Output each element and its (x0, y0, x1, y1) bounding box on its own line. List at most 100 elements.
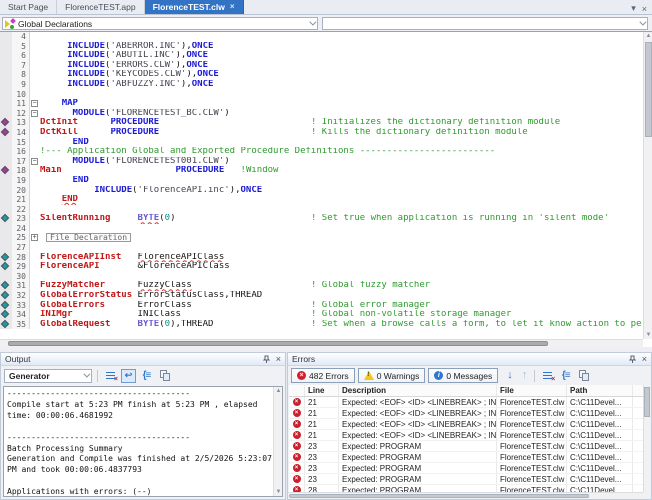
column-header-description[interactable]: Description (339, 385, 497, 396)
messages-filter-button[interactable]: i 0 Messages (428, 368, 499, 383)
fold-expand-icon[interactable]: + (31, 234, 38, 242)
code-line[interactable]: 7 INCLUDE('ERRORS.CLW'),ONCE (0, 60, 643, 71)
fold-collapse-icon[interactable]: − (31, 100, 38, 108)
code-line[interactable]: 4 (0, 32, 643, 42)
code-line[interactable]: 21 END (0, 195, 643, 205)
code-line[interactable]: 16 !--- Application Global and Exported P… (0, 147, 643, 157)
code-line[interactable]: 23 SilentRunning BYTE(0) ! Set true when … (0, 214, 643, 224)
code-line[interactable]: 24 (0, 223, 643, 234)
column-header-path[interactable]: Path (567, 385, 633, 396)
copy-icon[interactable] (576, 369, 591, 383)
column-header-line[interactable]: Line (305, 385, 339, 396)
code-line[interactable]: 22 (0, 204, 643, 215)
code-line[interactable]: 10 (0, 89, 643, 100)
error-row[interactable]: × 21 Expected: <EOF> <ID> <LINEBREAK> ; IN… (289, 397, 643, 408)
fold-collapse-icon[interactable]: − (31, 157, 38, 165)
errors-vertical-scrollbar[interactable] (643, 385, 651, 492)
errors-horizontal-scrollbar[interactable] (288, 492, 643, 499)
scroll-down-icon[interactable]: ▼ (644, 332, 652, 338)
code-line[interactable]: 5 INCLUDE('ABERROR.INC'),ONCE (0, 41, 643, 52)
tab-florencetest-app[interactable]: FlorenceTEST.app (57, 0, 145, 14)
error-row[interactable]: × 23 Expected: PROGRAM FlorenceTEST.clw C:\C… (289, 463, 643, 474)
errors-filter-button[interactable]: × 482 Errors (291, 368, 355, 383)
bookmark-icon[interactable] (0, 118, 10, 127)
breakpoint-icon[interactable] (0, 319, 10, 329)
code-line[interactable]: 32 GlobalErrorStatus ErrorStatusClass,THR… (0, 290, 643, 301)
code-line[interactable]: 17− MODULE('FLORENCETEST001.CLW') (0, 156, 643, 167)
pin-icon[interactable] (628, 355, 637, 363)
code-line[interactable]: 27 (0, 243, 643, 253)
breakpoint-icon[interactable] (0, 252, 10, 261)
editor-horizontal-scrollbar[interactable] (0, 339, 643, 347)
breakpoint-icon[interactable] (0, 214, 10, 223)
line-number: 24 (12, 223, 30, 234)
code-line[interactable]: 33 GlobalErrors ErrorClass ! Global error… (0, 300, 643, 311)
bookmark-icon[interactable] (0, 166, 10, 175)
indent-icon[interactable]: {≡ (558, 369, 573, 383)
output-source-select[interactable]: Generator (4, 368, 92, 383)
breakpoint-icon[interactable] (0, 290, 10, 300)
breakpoint-icon[interactable] (0, 309, 10, 319)
output-vertical-scrollbar[interactable]: ▲ ▼ (273, 387, 282, 496)
bookmark-icon[interactable] (0, 127, 10, 137)
error-row[interactable]: × 21 Expected: <EOF> <ID> <LINEBREAK> ; IN… (289, 419, 643, 430)
code-editor[interactable]: 45 INCLUDE('ABERROR.INC'),ONCE 6 INCLUDE(… (0, 31, 652, 347)
scroll-down-icon[interactable]: ▼ (274, 489, 282, 495)
tab-start-page[interactable]: Start Page (0, 0, 58, 14)
next-error-icon[interactable]: ↓ (507, 370, 513, 381)
tab-florencetest-clw[interactable]: FlorenceTEST.clw × (144, 0, 244, 14)
error-row[interactable]: × 21 Expected: <EOF> <ID> <LINEBREAK> ; IN… (289, 430, 643, 441)
error-row[interactable]: × 21 Expected: <EOF> <ID> <LINEBREAK> ; IN… (289, 408, 643, 419)
column-header-file[interactable]: File (497, 385, 567, 396)
code-line[interactable]: 9 INCLUDE('ABFUZZY.INC'),ONCE (0, 79, 643, 90)
error-row[interactable]: × 23 Expected: PROGRAM FlorenceTEST.clw C:\C… (289, 452, 643, 463)
column-header-icon[interactable] (289, 385, 305, 396)
breakpoint-icon[interactable] (0, 281, 10, 290)
output-log[interactable]: -------------------------------------- C… (3, 386, 283, 497)
close-icon[interactable]: × (642, 354, 647, 364)
code-line[interactable]: 20 INCLUDE('FlorenceAPI.inc'),ONCE (0, 185, 643, 196)
breakpoint-icon[interactable] (0, 300, 10, 309)
indent-icon[interactable]: {≡ (139, 369, 154, 383)
member-selector[interactable] (322, 17, 648, 30)
error-icon: × (292, 431, 301, 439)
code-line[interactable]: 11− MAP (0, 99, 643, 109)
code-line[interactable]: 8 INCLUDE('KEYCODES.CLW'),ONCE (0, 70, 643, 80)
code-line[interactable]: 29 FlorenceAPI &FlorenceAPIClass (0, 262, 643, 272)
warnings-filter-button[interactable]: 0 Warnings (357, 368, 426, 383)
clear-errors-icon[interactable]: × (540, 369, 555, 383)
code-line[interactable]: 15 END (0, 137, 643, 148)
code-line[interactable]: 35 GlobalRequest BYTE(0),THREAD ! Set whe… (0, 319, 643, 330)
code-line[interactable]: 14 DctKill PROCEDURE ! Kills the dictiona… (0, 127, 643, 138)
line-number: 21 (12, 195, 30, 205)
pin-icon[interactable] (262, 355, 271, 363)
error-row[interactable]: × 23 Expected: PROGRAM FlorenceTEST.clw C:\C… (289, 474, 643, 485)
previous-error-icon[interactable]: ↑ (522, 370, 528, 381)
fold-collapse-icon[interactable]: − (31, 109, 38, 117)
scope-selector[interactable]: Global Declarations (2, 17, 318, 30)
code-line[interactable]: 19 END (0, 175, 643, 186)
code-line[interactable]: 30 (0, 271, 643, 282)
close-icon[interactable]: × (276, 354, 281, 364)
copy-icon[interactable] (157, 369, 172, 383)
scroll-up-icon[interactable]: ▲ (644, 33, 652, 39)
line-number: 17 (12, 156, 30, 167)
editor-vertical-scrollbar[interactable]: ▲ ▼ (643, 32, 652, 339)
code-line[interactable]: 12− MODULE('FLORENCETEST_BC.CLW') (0, 108, 643, 119)
code-line[interactable]: 31 FuzzyMatcher FuzzyClass ! Global fuzzy… (0, 281, 643, 292)
tab-list-dropdown-icon[interactable]: ▾ (631, 3, 636, 14)
code-line[interactable]: 6 INCLUDE('ABUTIL.INC'),ONCE (0, 51, 643, 61)
scroll-up-icon[interactable]: ▲ (274, 388, 282, 394)
code-line[interactable]: 25 + File Declaration (0, 233, 643, 244)
document-close-icon[interactable]: × (642, 4, 647, 14)
breakpoint-icon[interactable] (0, 262, 10, 271)
code-line[interactable]: 28 FlorenceAPIInst FlorenceAPIClass (0, 252, 643, 263)
word-wrap-icon[interactable]: ↩ (121, 368, 136, 383)
tab-close-icon[interactable]: × (230, 2, 235, 11)
clear-output-icon[interactable]: × (103, 369, 118, 383)
code-line[interactable]: 13 DctInit PROCEDURE ! Initializes the di… (0, 118, 643, 128)
code-line[interactable]: 18 Main PROCEDURE !Window (0, 166, 643, 176)
error-row[interactable]: × 23 Expected: PROGRAM FlorenceTEST.clw C:\C… (289, 441, 643, 452)
error-row[interactable]: × 28 Expected: PROGRAM FlorenceTEST.clw C:\C… (289, 485, 643, 492)
code-line[interactable]: 34 INIMgr INIClass ! Global non-volatile … (0, 309, 643, 320)
